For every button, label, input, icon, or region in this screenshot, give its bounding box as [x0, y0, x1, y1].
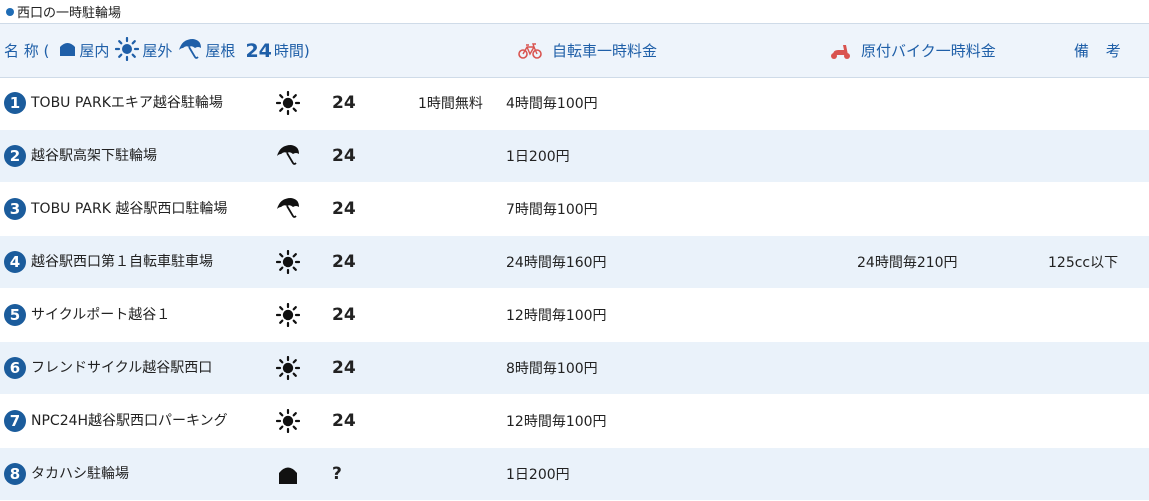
header-roof-label: 屋根 [205, 42, 236, 60]
section-title-row: 西口の一時駐輪場 [0, 0, 1149, 23]
header-hours-number: 24 [245, 39, 272, 62]
header-bike-fee-label: 自転車一時料金 [552, 42, 658, 60]
sun-icon [274, 289, 302, 341]
table-row: 3 TOBU PARK 越谷駅西口駐輪場 24 7時間毎100円 [0, 183, 1149, 236]
header-bike-fee: 自転車一時料金 [518, 24, 657, 77]
header-note: 備 考 [1074, 42, 1127, 60]
table-row: 4 越谷駅西口第１自転車駐車場 24 24時間毎160円 24時間毎210円 125cc以… [0, 236, 1149, 289]
sun-icon [115, 36, 140, 65]
table-row: 1 TOBU PARKエキア越谷駐輪場 24 1時間無料 4時間毎100円 [0, 77, 1149, 130]
free-time: 1時間無料 [418, 96, 483, 112]
table-row: 6 フレンドサイクル越谷駅西口 24 8時間毎100円 [0, 342, 1149, 395]
parking-name: TOBU PARK 越谷駅西口駐輪場 [31, 200, 228, 217]
parking-name: 越谷駅高架下駐輪場 [31, 147, 157, 164]
umbrella-icon [274, 130, 302, 182]
bike-fee: 7時間毎100円 [506, 202, 598, 218]
note-text: 125cc以下 [1048, 255, 1119, 271]
parking-name: フレンドサイクル越谷駅西口 [31, 359, 213, 376]
header-outdoor-label: 屋外 [142, 42, 173, 60]
table-row: 7 NPC24H越谷駅西口パーキング 24 12時間毎100円 [0, 395, 1149, 448]
sun-icon [274, 395, 302, 447]
parking-hours: 24 [332, 146, 356, 166]
bike-fee: 1日200円 [506, 467, 570, 483]
header-hours-label: 時間) [273, 42, 310, 60]
parking-hours: 24 [332, 411, 356, 431]
row-number-badge: 1 [4, 92, 26, 114]
moto-fee: 24時間毎210円 [857, 255, 958, 271]
row-number-badge: 3 [4, 198, 26, 220]
bike-fee: 8時間毎100円 [506, 361, 598, 377]
parking-hours: 24 [332, 199, 356, 219]
parking-hours: 24 [332, 252, 356, 272]
table-row: 5 サイクルポート越谷１ 24 12時間毎100円 [0, 289, 1149, 342]
sun-icon [274, 77, 302, 129]
table-header: 名 称 ( 屋内 屋外 屋根 24 時間) 自転車一時料金 原付バイク一時料金 … [0, 23, 1149, 78]
parking-name: サイクルポート越谷１ [31, 306, 171, 323]
header-name-label: 名 称 ( [4, 42, 50, 60]
parking-hours: 24 [332, 358, 356, 378]
row-number-badge: 5 [4, 304, 26, 326]
section-title: 西口の一時駐輪場 [17, 6, 122, 21]
umbrella-icon [274, 183, 302, 235]
parking-hours: 24 [332, 305, 356, 325]
row-number-badge: 6 [4, 357, 26, 379]
bike-fee: 1日200円 [506, 149, 570, 165]
bicycle-icon [518, 42, 542, 59]
bike-fee: 24時間毎160円 [506, 255, 607, 271]
bike-fee: 12時間毎100円 [506, 414, 607, 430]
row-number-badge: 7 [4, 410, 26, 432]
row-number-badge: 2 [4, 145, 26, 167]
bike-fee: 12時間毎100円 [506, 308, 607, 324]
house-icon [59, 40, 76, 61]
umbrella-icon [178, 38, 202, 64]
parking-table-body: 1 TOBU PARKエキア越谷駐輪場 24 1時間無料 4時間毎100円 2 越谷駅高架下… [0, 77, 1149, 501]
bike-fee: 4時間毎100円 [506, 96, 598, 112]
house-icon [274, 448, 302, 500]
parking-hours: 24 [332, 93, 356, 113]
header-name-column: 名 称 ( 屋内 屋外 屋根 24 時間) [4, 24, 310, 77]
parking-name: タカハシ駐輪場 [31, 465, 129, 482]
bullet-icon [6, 7, 14, 16]
sun-icon [274, 342, 302, 394]
row-number-badge: 4 [4, 251, 26, 273]
scooter-icon [829, 42, 851, 60]
header-moto-fee-label: 原付バイク一時料金 [861, 42, 996, 60]
parking-name: TOBU PARKエキア越谷駐輪場 [31, 94, 223, 111]
sun-icon [274, 236, 302, 288]
table-row: 8 タカハシ駐輪場? 1日200円 [0, 448, 1149, 501]
parking-name: 越谷駅西口第１自転車駐車場 [31, 253, 213, 270]
header-moto-fee: 原付バイク一時料金 [829, 24, 996, 77]
parking-hours: ? [332, 464, 342, 484]
header-indoor-label: 屋内 [79, 42, 110, 60]
table-row: 2 越谷駅高架下駐輪場 24 1日200円 [0, 130, 1149, 183]
row-number-badge: 8 [4, 463, 26, 485]
parking-name: NPC24H越谷駅西口パーキング [31, 412, 228, 429]
